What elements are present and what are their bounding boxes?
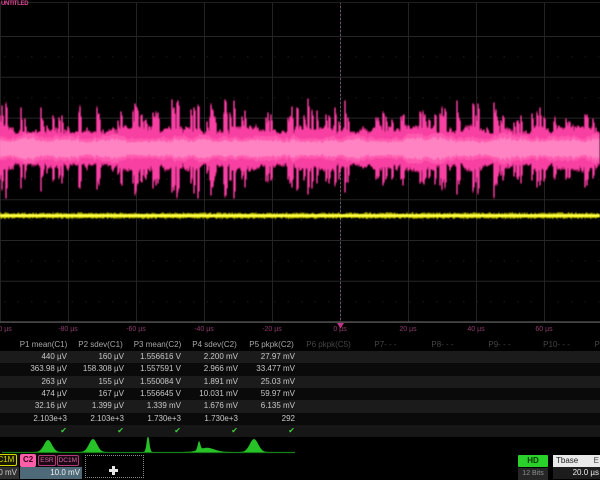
svg-text:-60 µs: -60 µs	[126, 326, 146, 333]
svg-text:-80 µs: -80 µs	[58, 326, 78, 333]
svg-text:-20 µs: -20 µs	[262, 326, 282, 333]
svg-text:-100 µs: -100 µs	[0, 326, 12, 333]
svg-text:40 µs: 40 µs	[467, 326, 485, 333]
svg-text:20 µs: 20 µs	[399, 326, 417, 333]
svg-text:60 µs: 60 µs	[535, 326, 553, 333]
svg-text:-40 µs: -40 µs	[194, 326, 214, 333]
